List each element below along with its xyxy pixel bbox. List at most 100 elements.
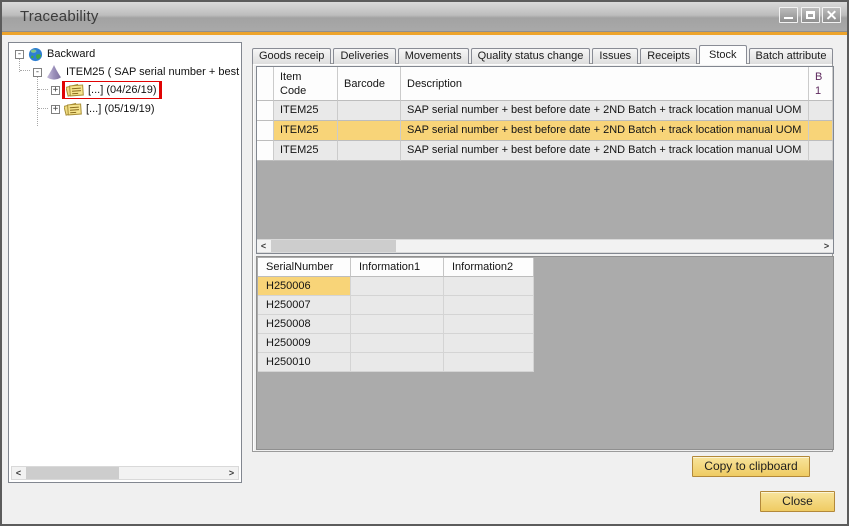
stock-table-row[interactable]: ITEM25 SAP serial number + best before d… xyxy=(257,141,833,161)
minimize-icon xyxy=(784,17,793,19)
tree-node-label[interactable]: ITEM25 ( SAP serial number + best xyxy=(66,66,239,78)
expand-icon[interactable]: + xyxy=(51,105,60,114)
information2-cell[interactable] xyxy=(444,277,534,296)
stock-table-horizontal-scrollbar[interactable]: < > xyxy=(257,239,833,253)
tab-deliveries[interactable]: Deliveries xyxy=(333,48,395,64)
column-header-b1[interactable]: B 1 xyxy=(809,67,833,101)
serial-cell[interactable]: H250007 xyxy=(258,296,351,315)
row-gutter-cell[interactable] xyxy=(257,101,274,121)
serial-table-row[interactable]: H250008 xyxy=(258,315,534,334)
serial-cell[interactable]: H250008 xyxy=(258,315,351,334)
scroll-left-icon[interactable]: < xyxy=(257,240,270,252)
tab-stock[interactable]: Stock xyxy=(699,45,747,64)
gold-accent-bar xyxy=(2,32,847,35)
collapse-icon[interactable]: - xyxy=(33,68,42,77)
b1-cell[interactable] xyxy=(809,141,833,161)
tree-horizontal-scrollbar[interactable]: < > xyxy=(11,466,239,480)
tab-issues[interactable]: Issues xyxy=(592,48,638,64)
barcode-cell[interactable] xyxy=(338,141,401,161)
serial-table-header: SerialNumber Information1 Information2 xyxy=(258,258,534,277)
serial-number-panel: SerialNumber Information1 Information2 H… xyxy=(256,256,834,450)
close-button[interactable]: Close xyxy=(760,491,835,512)
column-header-description[interactable]: Description xyxy=(401,67,809,101)
tree-node-label[interactable]: Backward xyxy=(47,48,95,60)
stock-table: Item Code Barcode Description B 1 ITEM25… xyxy=(256,66,834,254)
information2-cell[interactable] xyxy=(444,334,534,353)
row-gutter-cell[interactable] xyxy=(257,141,274,161)
cone-icon xyxy=(46,65,62,80)
scrollbar-thumb[interactable] xyxy=(271,240,396,252)
tab-receipts[interactable]: Receipts xyxy=(640,48,697,64)
traceability-window: Traceability - Backward xyxy=(0,0,849,526)
scrollbar-thumb[interactable] xyxy=(26,467,119,479)
serial-cell[interactable]: H250006 xyxy=(258,277,351,296)
minimize-button[interactable] xyxy=(779,7,798,23)
header-line: B xyxy=(815,70,832,84)
item-code-cell[interactable]: ITEM25 xyxy=(274,121,338,141)
maximize-button[interactable] xyxy=(801,7,820,23)
column-header-information2[interactable]: Information2 xyxy=(444,258,534,277)
stock-table-header: Item Code Barcode Description B 1 xyxy=(257,67,833,101)
maximize-icon xyxy=(806,11,815,19)
information2-cell[interactable] xyxy=(444,315,534,334)
barcode-cell[interactable] xyxy=(338,101,401,121)
description-cell[interactable]: SAP serial number + best before date + 2… xyxy=(401,101,809,121)
description-cell[interactable]: SAP serial number + best before date + 2… xyxy=(401,141,809,161)
tab-batch-attribute[interactable]: Batch attribute xyxy=(749,48,834,64)
scroll-right-icon[interactable]: > xyxy=(820,240,833,252)
item-code-cell[interactable]: ITEM25 xyxy=(274,141,338,161)
information1-cell[interactable] xyxy=(351,277,444,296)
tree-node-label[interactable]: [...] (05/19/19) xyxy=(86,103,154,115)
stock-table-row[interactable]: ITEM25 SAP serial number + best before d… xyxy=(257,101,833,121)
tab-quality-status-change[interactable]: Quality status change xyxy=(471,48,591,64)
tree-node-batch-0426[interactable]: + [...] (04/26/19) xyxy=(9,81,241,99)
notes-icon xyxy=(64,102,82,116)
close-window-button[interactable] xyxy=(822,7,841,23)
header-line: 1 xyxy=(815,84,832,98)
title-bar[interactable]: Traceability xyxy=(2,2,847,32)
collapse-icon[interactable]: - xyxy=(15,50,24,59)
information2-cell[interactable] xyxy=(444,296,534,315)
information1-cell[interactable] xyxy=(351,353,444,372)
information2-cell[interactable] xyxy=(444,353,534,372)
tree-node-item25[interactable]: - ITEM25 ( SAP serial number + best xyxy=(9,63,241,81)
item-code-cell[interactable]: ITEM25 xyxy=(274,101,338,121)
description-cell[interactable]: SAP serial number + best before date + 2… xyxy=(401,121,809,141)
column-header-item-code[interactable]: Item Code xyxy=(274,67,338,101)
column-header-barcode[interactable]: Barcode xyxy=(338,67,401,101)
tree-node-backward[interactable]: - Backward xyxy=(9,45,241,63)
tree-panel: - Backward - ITEM25 ( SAP serial num xyxy=(8,42,242,483)
information1-cell[interactable] xyxy=(351,315,444,334)
serial-table-row[interactable]: H250007 xyxy=(258,296,534,315)
expand-icon[interactable]: + xyxy=(51,86,60,95)
tab-goods-receipt[interactable]: Goods receip xyxy=(252,48,331,64)
grid-empty-area xyxy=(257,161,833,237)
serial-table-row[interactable]: H250010 xyxy=(258,353,534,372)
barcode-cell[interactable] xyxy=(338,121,401,141)
copy-to-clipboard-button[interactable]: Copy to clipboard xyxy=(692,456,810,477)
window-title: Traceability xyxy=(20,2,99,31)
row-gutter-cell[interactable] xyxy=(257,121,274,141)
scroll-left-icon[interactable]: < xyxy=(12,467,25,479)
b1-cell[interactable] xyxy=(809,101,833,121)
information1-cell[interactable] xyxy=(351,334,444,353)
header-line: Item xyxy=(280,70,337,84)
highlight-box: [...] (04/26/19) xyxy=(62,81,162,99)
column-header-information1[interactable]: Information1 xyxy=(351,258,444,277)
tab-strip: Goods receip Deliveries Movements Qualit… xyxy=(252,45,835,64)
column-header-serialnumber[interactable]: SerialNumber xyxy=(258,258,351,277)
serial-cell[interactable]: H250009 xyxy=(258,334,351,353)
tree-node-batch-0519[interactable]: + [...] (05/19/19) xyxy=(9,100,241,118)
serial-cell[interactable]: H250010 xyxy=(258,353,351,372)
stock-table-row-selected[interactable]: ITEM25 SAP serial number + best before d… xyxy=(257,121,833,141)
header-line: Code xyxy=(280,84,337,98)
scroll-right-icon[interactable]: > xyxy=(225,467,238,479)
globe-icon xyxy=(28,47,43,62)
serial-table-row[interactable]: H250009 xyxy=(258,334,534,353)
serial-table-row-selected[interactable]: H250006 xyxy=(258,277,534,296)
tree-node-label[interactable]: [...] (04/26/19) xyxy=(88,84,156,96)
b1-cell[interactable] xyxy=(809,121,833,141)
notes-icon xyxy=(66,83,84,97)
tab-movements[interactable]: Movements xyxy=(398,48,469,64)
information1-cell[interactable] xyxy=(351,296,444,315)
